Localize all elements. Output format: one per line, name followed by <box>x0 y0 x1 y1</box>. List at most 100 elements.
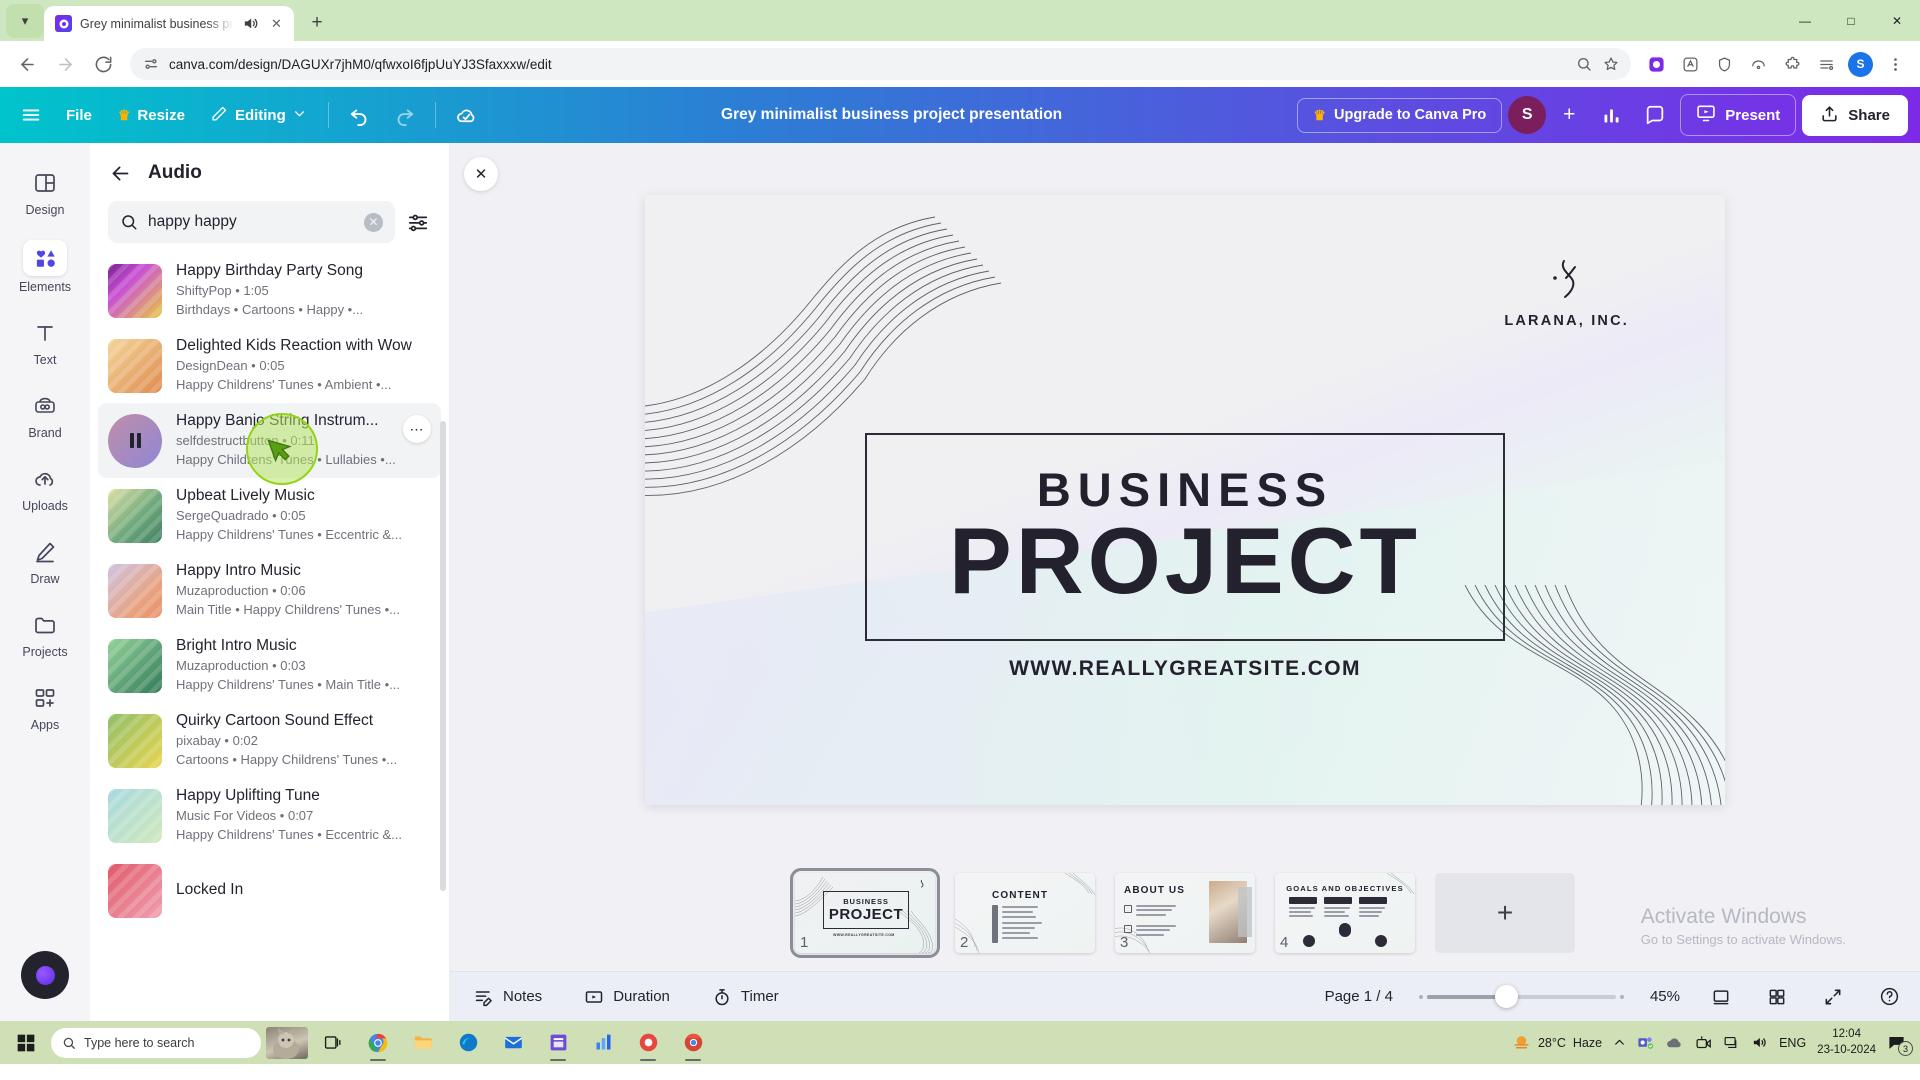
share-button[interactable]: Share <box>1802 94 1908 136</box>
chrome-profile-avatar[interactable]: S <box>1848 51 1873 77</box>
reload-icon[interactable] <box>86 47 120 81</box>
slide-url-text[interactable]: WWW.REALLYGREATSITE.COM <box>1009 657 1361 681</box>
volume-icon[interactable] <box>1751 1034 1768 1051</box>
grid-view-icon[interactable] <box>1762 982 1792 1012</box>
minimize-button[interactable]: — <box>1782 0 1828 41</box>
pause-icon[interactable] <box>108 414 162 468</box>
extensions-puzzle-icon[interactable] <box>1777 49 1807 79</box>
bookmark-star-icon[interactable] <box>1602 56 1619 73</box>
avatar[interactable]: S <box>1508 96 1547 134</box>
list-item[interactable]: Happy Intro Music Muzaproduction • 0:06 … <box>98 553 441 628</box>
browser-tab[interactable]: Grey minimalist business pr ✕ <box>44 6 294 41</box>
slide-thumbnail-1[interactable]: BUSINESS PROJECT WWW.REALLYGREATSITE.COM… <box>790 868 940 958</box>
sidebar-item-elements[interactable]: Elements <box>8 232 82 300</box>
windows-start-icon[interactable] <box>6 1024 46 1062</box>
comment-icon[interactable] <box>1636 96 1674 134</box>
search-input[interactable]: happy happy ✕ <box>108 201 395 243</box>
resize-button[interactable]: ♛ Resize <box>108 100 195 131</box>
duration-button[interactable]: Duration <box>576 981 678 1013</box>
list-item[interactable]: Bright Intro Music Muzaproduction • 0:03… <box>98 628 441 703</box>
page-info-icon[interactable] <box>142 56 159 73</box>
back-arrow-icon[interactable] <box>108 161 132 185</box>
sidebar-item-design[interactable]: Design <box>8 159 82 223</box>
list-item[interactable]: Quirky Cartoon Sound Effect pixabay • 0:… <box>98 703 441 778</box>
speaker-icon[interactable] <box>242 15 259 32</box>
show-hidden-icons-chevron-icon[interactable] <box>1613 1036 1626 1049</box>
mail-icon[interactable] <box>493 1024 533 1062</box>
file-menu-button[interactable]: File <box>56 100 102 131</box>
slide-canvas[interactable]: LARANA, INC. BUSINESS PROJECT WWW.REALLY… <box>645 195 1725 805</box>
filter-sliders-icon[interactable] <box>405 209 431 235</box>
add-page-button[interactable]: + <box>1435 873 1575 953</box>
clear-icon[interactable]: ✕ <box>364 212 383 232</box>
timer-button[interactable]: Timer <box>704 981 787 1013</box>
track-thumbnail-playing[interactable] <box>108 413 162 468</box>
chrome-menu-icon[interactable] <box>1880 49 1910 79</box>
back-icon[interactable] <box>10 47 44 81</box>
weather-widget[interactable]: 28°C Haze <box>1512 1033 1602 1052</box>
slide-thumbnail-3[interactable]: ABOUT US 3 <box>1115 873 1255 953</box>
taskbar-search-input[interactable]: Type here to search <box>51 1027 261 1058</box>
new-tab-button[interactable]: + <box>302 8 332 38</box>
slide-thumbnail-2[interactable]: CONTENT 2 <box>955 873 1095 953</box>
canvas-area[interactable]: LARANA, INC. BUSINESS PROJECT WWW.REALLY… <box>450 143 1920 861</box>
list-item-selected[interactable]: Happy Banjo String Instrum... selfdestru… <box>98 403 441 485</box>
maximize-button[interactable]: □ <box>1828 0 1874 41</box>
canva-icon[interactable] <box>628 1024 668 1062</box>
list-item[interactable]: Locked In <box>98 853 441 928</box>
redo-icon[interactable] <box>385 96 423 134</box>
close-icon[interactable]: ✕ <box>464 157 498 191</box>
tab-search-chevron-icon[interactable]: ▾ <box>6 4 44 38</box>
zoom-slider[interactable] <box>1418 985 1624 1008</box>
sidebar-item-brand[interactable]: Brand <box>8 382 82 446</box>
apps-blue-icon[interactable] <box>583 1024 623 1062</box>
teams-icon[interactable] <box>1637 1034 1654 1051</box>
chrome-icon[interactable] <box>358 1024 398 1062</box>
onedrive-cloud-icon[interactable] <box>1665 1033 1684 1052</box>
language-indicator[interactable]: ENG <box>1779 1036 1806 1050</box>
cat-widget-icon[interactable] <box>266 1026 308 1059</box>
network-icon[interactable] <box>1723 1034 1740 1051</box>
sidebar-item-apps[interactable]: Apps <box>8 674 82 738</box>
file-explorer-icon[interactable] <box>403 1024 443 1062</box>
undo-icon[interactable] <box>341 96 379 134</box>
close-icon[interactable]: ✕ <box>267 14 286 33</box>
list-item[interactable]: Upbeat Lively Music SergeQuadrado • 0:05… <box>98 478 441 553</box>
hamburger-menu-icon[interactable] <box>12 96 50 134</box>
task-view-icon[interactable] <box>313 1024 353 1062</box>
notes-button[interactable]: Notes <box>466 981 550 1013</box>
edge-icon[interactable] <box>448 1024 488 1062</box>
zoom-level[interactable]: 45% <box>1650 988 1680 1005</box>
reading-list-icon[interactable] <box>1811 49 1841 79</box>
list-item[interactable]: Happy Uplifting Tune Music For Videos • … <box>98 778 441 853</box>
list-item[interactable]: Delighted Kids Reaction with Wow DesignD… <box>98 328 441 403</box>
upgrade-to-pro-button[interactable]: ♛ Upgrade to Canva Pro <box>1297 97 1503 133</box>
slide-title-frame[interactable]: BUSINESS PROJECT <box>865 433 1505 641</box>
search-by-image-icon[interactable] <box>1575 56 1592 73</box>
close-window-button[interactable]: ✕ <box>1874 0 1920 41</box>
audio-track-list[interactable]: Happy Birthday Party Song ShiftyPop • 1:… <box>90 253 449 1021</box>
extension-grammar-icon[interactable] <box>1675 49 1705 79</box>
sidebar-item-projects[interactable]: Projects <box>8 601 82 665</box>
add-collaborator-button[interactable]: + <box>1552 96 1586 134</box>
notifications-button[interactable]: 3 <box>1887 1033 1913 1056</box>
extension-canva-icon[interactable] <box>1641 49 1671 79</box>
bar-chart-icon[interactable] <box>1592 96 1630 134</box>
chrome-window-icon[interactable] <box>673 1024 713 1062</box>
help-question-icon[interactable] <box>1874 982 1904 1012</box>
zoom-slider-knob[interactable] <box>1494 985 1518 1008</box>
present-button[interactable]: Present <box>1680 94 1797 136</box>
more-options-icon[interactable]: ⋯ <box>403 415 431 443</box>
extension-pin-icon[interactable] <box>1743 49 1773 79</box>
expand-fullscreen-icon[interactable] <box>1818 982 1848 1012</box>
clock[interactable]: 12:04 23-10-2024 <box>1817 1027 1876 1058</box>
sidebar-item-draw[interactable]: Draw <box>8 528 82 592</box>
address-bar[interactable]: canva.com/design/DAGUXr7jhM0/qfwxoI6fjpU… <box>130 48 1631 80</box>
extension-shield-icon[interactable] <box>1709 49 1739 79</box>
fit-page-icon[interactable] <box>1706 982 1736 1012</box>
cloud-check-icon[interactable] <box>448 96 486 134</box>
list-item[interactable]: Happy Birthday Party Song ShiftyPop • 1:… <box>98 253 441 328</box>
camera-icon[interactable] <box>1695 1034 1712 1051</box>
powerpoint-icon[interactable] <box>538 1024 578 1062</box>
record-button-icon[interactable] <box>21 951 69 999</box>
